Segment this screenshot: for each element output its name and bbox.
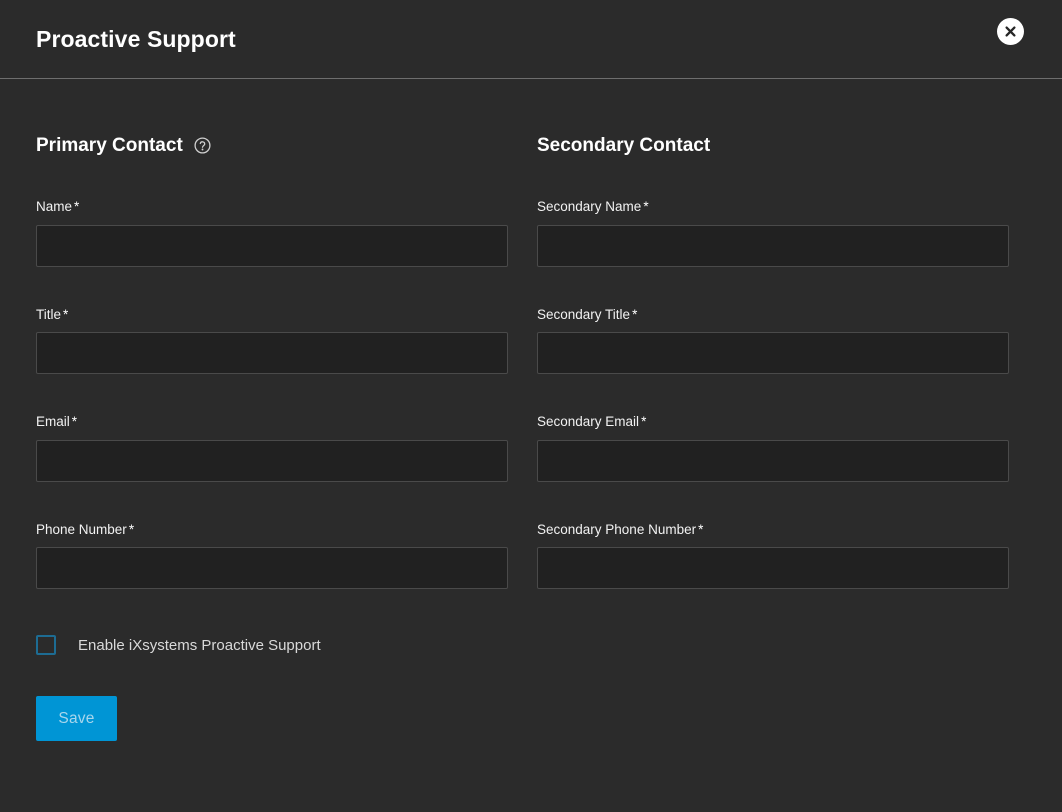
help-circle-icon[interactable] <box>194 137 211 154</box>
primary-contact-heading: Primary Contact <box>36 133 508 157</box>
field-label-secondary-title: Secondary Title* <box>537 308 1009 322</box>
close-button[interactable] <box>997 18 1024 45</box>
required-asterisk: * <box>641 414 646 429</box>
field-label-secondary-phone-number: Secondary Phone Number* <box>537 523 1009 537</box>
secondary-contact-heading-label: Secondary Contact <box>537 136 710 155</box>
field-label-text: Secondary Phone Number <box>537 522 696 537</box>
field-label-text: Secondary Email <box>537 414 639 429</box>
secondary-title-input[interactable] <box>537 332 1009 374</box>
field-label-text: Phone Number <box>36 522 127 537</box>
enable-proactive-support-checkbox-row[interactable]: Enable iXsystems Proactive Support <box>36 635 321 655</box>
field-secondary-name: Secondary Name* <box>537 200 1009 267</box>
secondary-phone-number-input[interactable] <box>537 547 1009 589</box>
required-asterisk: * <box>643 199 648 214</box>
primary-contact-column: Primary Contact Name* <box>36 79 508 589</box>
contacts-columns: Primary Contact Name* <box>36 79 1026 589</box>
page-title: Proactive Support <box>36 28 236 51</box>
email-input[interactable] <box>36 440 508 482</box>
field-label-secondary-email: Secondary Email* <box>537 415 1009 429</box>
dialog-body: Primary Contact Name* <box>0 79 1062 812</box>
field-label-text: Title <box>36 307 61 322</box>
field-label-phone-number: Phone Number* <box>36 523 508 537</box>
secondary-contact-column: Secondary Contact Secondary Name* Second… <box>537 79 1009 589</box>
field-secondary-phone-number: Secondary Phone Number* <box>537 523 1009 590</box>
enable-proactive-support-label: Enable iXsystems Proactive Support <box>78 638 321 653</box>
required-asterisk: * <box>72 414 77 429</box>
save-button[interactable]: Save <box>36 696 117 741</box>
required-asterisk: * <box>632 307 637 322</box>
secondary-name-input[interactable] <box>537 225 1009 267</box>
field-label-email: Email* <box>36 415 508 429</box>
required-asterisk: * <box>63 307 68 322</box>
field-label-text: Name <box>36 199 72 214</box>
title-input[interactable] <box>36 332 508 374</box>
field-label-text: Secondary Title <box>537 307 630 322</box>
field-secondary-email: Secondary Email* <box>537 415 1009 482</box>
field-label-title: Title* <box>36 308 508 322</box>
field-title: Title* <box>36 308 508 375</box>
field-label-name: Name* <box>36 200 508 214</box>
proactive-support-dialog: Proactive Support Primary Contact <box>0 0 1062 812</box>
primary-contact-heading-label: Primary Contact <box>36 136 183 155</box>
required-asterisk: * <box>698 522 703 537</box>
secondary-contact-heading: Secondary Contact <box>537 133 1009 157</box>
field-phone-number: Phone Number* <box>36 523 508 590</box>
field-email: Email* <box>36 415 508 482</box>
field-label-text: Email <box>36 414 70 429</box>
dialog-header: Proactive Support <box>0 0 1062 79</box>
field-name: Name* <box>36 200 508 267</box>
required-asterisk: * <box>129 522 134 537</box>
field-secondary-title: Secondary Title* <box>537 308 1009 375</box>
phone-number-input[interactable] <box>36 547 508 589</box>
secondary-email-input[interactable] <box>537 440 1009 482</box>
enable-proactive-support-checkbox[interactable] <box>36 635 56 655</box>
field-label-text: Secondary Name <box>537 199 641 214</box>
close-icon <box>1003 24 1018 39</box>
field-label-secondary-name: Secondary Name* <box>537 200 1009 214</box>
name-input[interactable] <box>36 225 508 267</box>
required-asterisk: * <box>74 199 79 214</box>
